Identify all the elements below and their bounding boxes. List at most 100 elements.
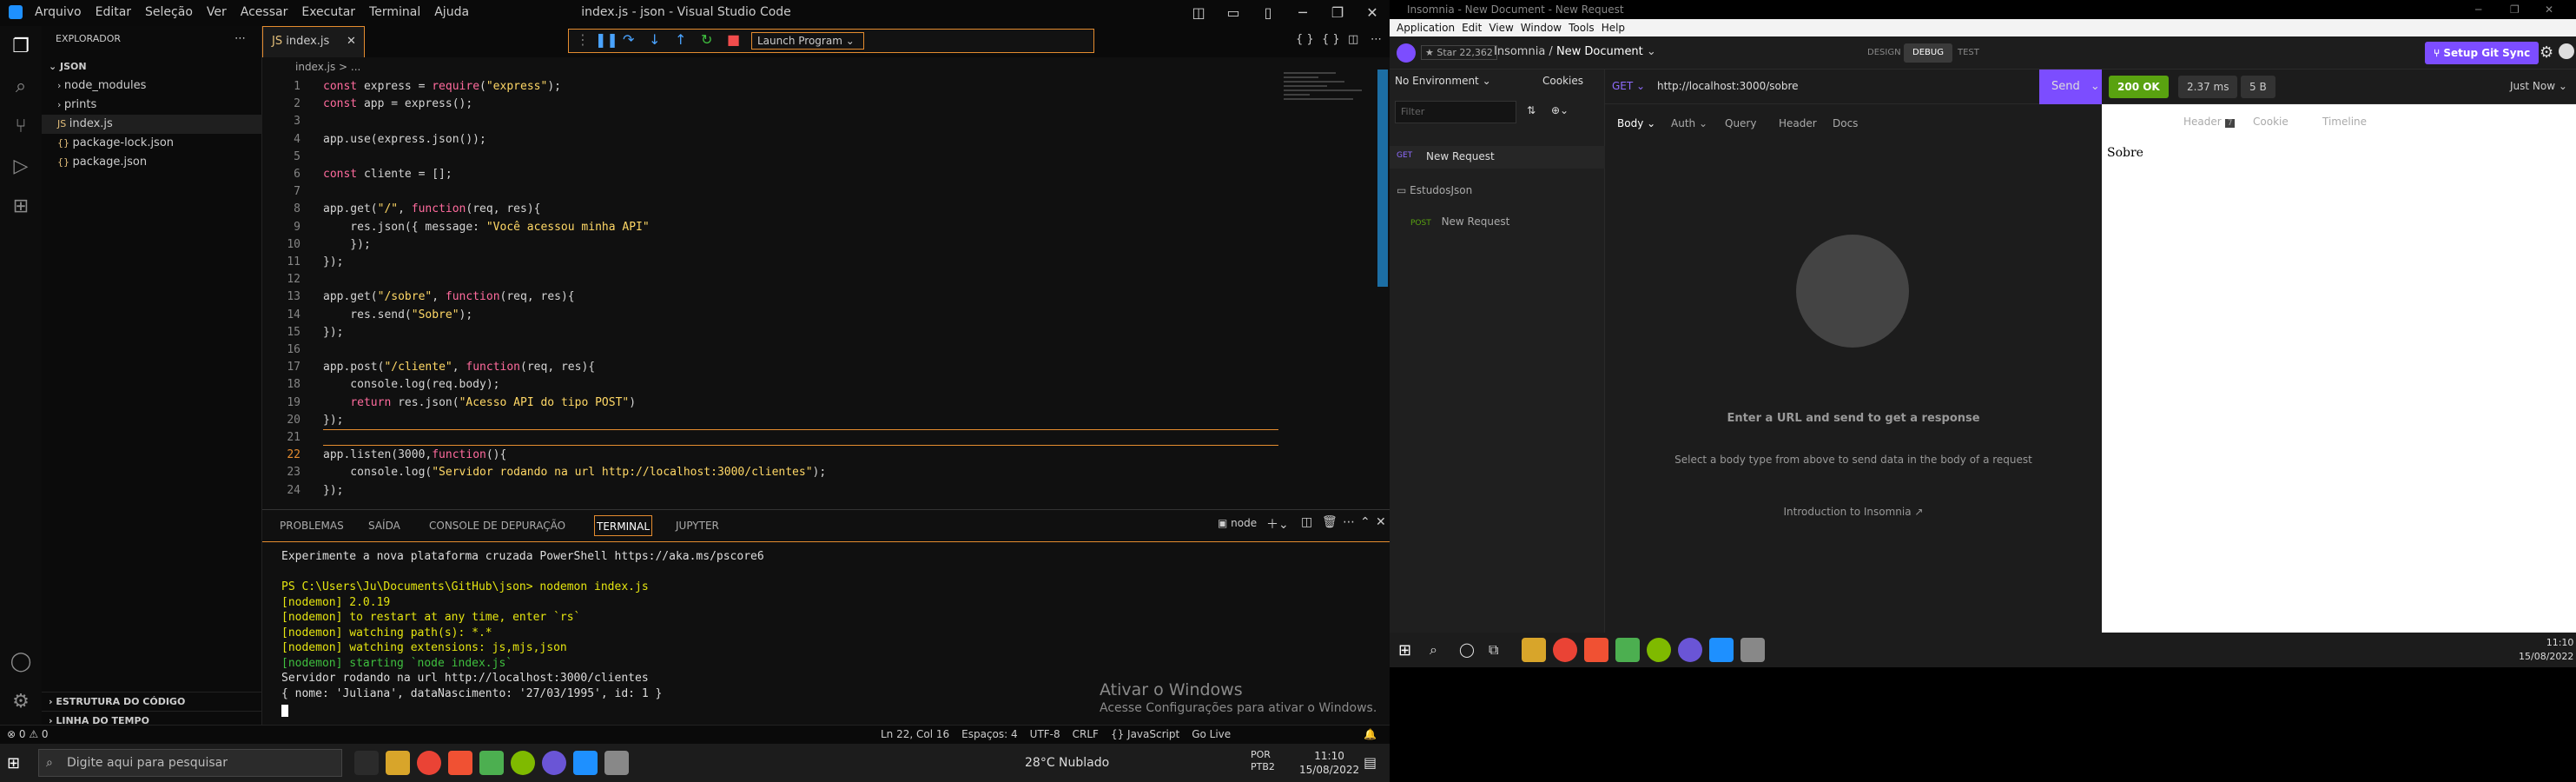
task-view-icon[interactable]: ⧉ [1489, 641, 1498, 659]
gear-icon[interactable]: ⚙ [2540, 43, 2553, 62]
menu-item-3[interactable]: Ver [207, 5, 227, 19]
code-line[interactable]: console.log("Servidor rodando na url htt… [323, 466, 826, 479]
split-editor-icon[interactable]: { } [1296, 33, 1314, 46]
panel-tab[interactable]: TERMINAL [594, 515, 653, 536]
clock[interactable]: 11:10 15/08/2022 [2519, 636, 2573, 664]
layout-sidebar-icon[interactable]: ▯ [1251, 0, 1285, 26]
more-icon[interactable]: ⋯ [1343, 515, 1355, 529]
terminal-shell[interactable]: ▣ node [1218, 517, 1257, 529]
windows-start-icon[interactable]: ⊞ [7, 754, 20, 772]
editor-scrollbar[interactable] [1377, 70, 1388, 287]
sort-icon[interactable]: ⇅ [1527, 104, 1536, 116]
add-menu-icon[interactable]: ⊕⌄ [1551, 104, 1569, 116]
new-terminal-icon[interactable]: ＋⌄ [1266, 515, 1289, 533]
restore-button[interactable]: ❐ [2510, 0, 2520, 19]
split-terminal-icon[interactable]: ◫ [1301, 515, 1312, 529]
status-item[interactable]: Go Live [1192, 728, 1231, 740]
file-item[interactable]: {} package.json [42, 153, 262, 172]
request-item-post[interactable]: POST New Request [1410, 215, 1509, 228]
file-item[interactable]: {} package-lock.json [42, 134, 262, 153]
avatar[interactable] [2559, 43, 2574, 59]
git-sync-button[interactable]: ⑂ Setup Git Sync [2425, 42, 2540, 64]
file-explorer-icon[interactable] [1522, 638, 1546, 662]
github-star-button[interactable]: ★ Star 22,362 [1421, 45, 1497, 60]
layout-icon[interactable]: ◫ [1181, 0, 1216, 26]
intro-link[interactable]: Introduction to Insomnia ↗ [1605, 506, 2102, 518]
mode-tab[interactable]: TEST [1949, 43, 1988, 63]
code-line[interactable]: app.listen(3000,function(){ [323, 448, 506, 461]
code-line[interactable]: app.post("/cliente", function(req, res){ [323, 361, 595, 374]
chrome-icon[interactable] [417, 751, 441, 775]
problems-count[interactable]: ⊗ 0 ⚠ 0 [7, 728, 49, 740]
notification-icon[interactable]: ▤ [1364, 754, 1377, 771]
taskbar-search[interactable]: ⌕ Digite aqui para pesquisar [38, 749, 342, 777]
code-line[interactable]: app.get("/sobre", function(req, res){ [323, 290, 575, 303]
step-over-icon[interactable]: ↷ [623, 31, 634, 48]
launch-select[interactable]: Launch Program ⌄ [751, 32, 864, 50]
close-panel-icon[interactable]: ✕ [1376, 515, 1386, 529]
extensions-icon[interactable]: ⊞ [7, 193, 35, 221]
more-actions-icon[interactable]: ⋯ [1371, 33, 1382, 46]
insomnia-menu-item[interactable]: Window [1521, 19, 1562, 36]
menu-item-0[interactable]: Arquivo [35, 5, 82, 19]
bell-icon[interactable]: 🔔 [1364, 728, 1377, 740]
filter-input[interactable]: Filter [1395, 101, 1516, 123]
response-tab[interactable]: Cookie [2253, 104, 2289, 139]
response-tab[interactable]: Header 7 [2183, 104, 2236, 139]
code-line[interactable]: }); [323, 238, 371, 251]
tab-index-js[interactable]: JS index.js ✕ [262, 26, 365, 57]
code-line[interactable]: res.json({ message: "Você acessou minha … [323, 221, 649, 234]
windows-start-icon[interactable]: ⊞ [1398, 641, 1411, 659]
mode-tab[interactable]: DESIGN [1859, 43, 1910, 63]
request-tab[interactable]: Docs [1833, 106, 1858, 141]
code-line[interactable]: }); [323, 255, 343, 268]
menu-item-6[interactable]: Terminal [369, 5, 420, 19]
send-dropdown-icon[interactable]: ⌄ [2091, 80, 2100, 93]
response-tab[interactable]: Timeline [2322, 104, 2367, 139]
vscode-task-icon[interactable] [1709, 638, 1734, 662]
account-icon[interactable]: ◯ [7, 648, 35, 676]
file-item[interactable]: › prints [42, 96, 262, 115]
minimize-button[interactable]: ─ [1285, 0, 1320, 26]
vscode-task-icon[interactable] [573, 751, 598, 775]
layout-panel-icon[interactable]: ▭ [1216, 0, 1251, 26]
json-brace-icon[interactable]: { } [1322, 33, 1340, 46]
clock[interactable]: 11:10 15/08/2022 [1299, 749, 1359, 777]
insomnia-menu-item[interactable]: Application [1397, 19, 1455, 36]
insomnia-menu-item[interactable]: Edit [1462, 19, 1482, 36]
menu-item-7[interactable]: Ajuda [434, 5, 469, 19]
game-icon[interactable] [604, 751, 629, 775]
search-icon[interactable]: ⌕ [7, 73, 35, 101]
file-item[interactable]: › node_modules [42, 76, 262, 96]
insomnia-menu-item[interactable]: Tools [1569, 19, 1595, 36]
menu-item-5[interactable]: Executar [301, 5, 355, 19]
code-line[interactable]: const express = require("express"); [323, 80, 561, 93]
terminal-cursor[interactable] [281, 705, 288, 717]
status-item[interactable]: CRLF [1073, 728, 1099, 740]
folder-item[interactable]: ▭ EstudosJson [1397, 184, 1472, 196]
outline-section[interactable]: › ESTRUTURA DO CÓDIGO [42, 692, 262, 711]
menu-item-4[interactable]: Acessar [241, 5, 288, 19]
trash-icon[interactable]: 🗑 [1322, 515, 1338, 529]
code-line[interactable]: return res.json("Acesso API do tipo POST… [323, 396, 636, 409]
code-line[interactable]: const cliente = []; [323, 168, 452, 181]
request-tab[interactable]: Query [1725, 106, 1756, 141]
response-tab[interactable]: Preview ⌄ [2114, 104, 2167, 139]
breadcrumb[interactable]: index.js > ... [295, 61, 360, 73]
source-control-icon[interactable]: ⑂ [7, 113, 35, 141]
code-line[interactable]: app.use(express.json()); [323, 133, 486, 146]
maximize-panel-icon[interactable]: ⌃ [1360, 515, 1371, 529]
restore-button[interactable]: ❐ [1320, 0, 1355, 26]
status-item[interactable]: {} JavaScript [1111, 728, 1179, 740]
app-icon[interactable] [511, 751, 535, 775]
minimap[interactable] [1284, 70, 1379, 139]
close-button[interactable]: ✕ [2545, 0, 2553, 19]
code-line[interactable]: app.get("/", function(req, res){ [323, 202, 540, 215]
minimize-button[interactable]: ─ [2475, 0, 2481, 19]
restart-icon[interactable]: ↻ [701, 31, 712, 48]
drag-handle-icon[interactable]: ⋮ [576, 31, 590, 48]
request-item-get[interactable]: GET New Request [1390, 146, 1605, 169]
cortana-icon[interactable]: ◯ [1459, 641, 1475, 658]
send-button[interactable]: Send ⌄ [2039, 70, 2102, 104]
insomnia-menu-item[interactable]: View [1489, 19, 1513, 36]
